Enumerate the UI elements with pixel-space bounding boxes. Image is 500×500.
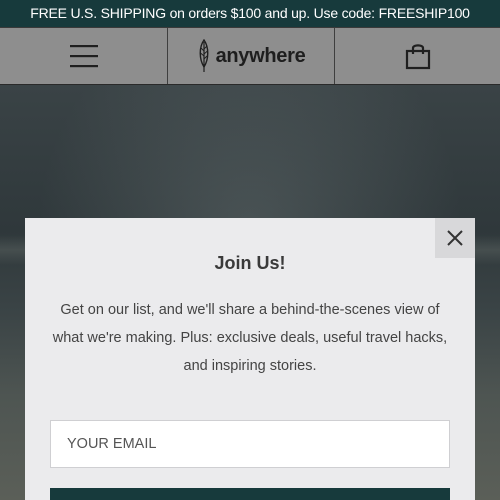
close-button[interactable] bbox=[435, 218, 475, 258]
modal-description: Get on our list, and we'll share a behin… bbox=[52, 302, 448, 374]
promo-text: FREE U.S. SHIPPING on orders $100 and up… bbox=[30, 5, 470, 21]
logo: anywhere bbox=[197, 39, 306, 73]
logo-text: anywhere bbox=[215, 44, 306, 67]
shopping-bag-icon bbox=[405, 44, 430, 70]
promo-banner: FREE U.S. SHIPPING on orders $100 and up… bbox=[0, 0, 500, 27]
modal-title: Join Us! bbox=[214, 253, 286, 273]
email-field[interactable] bbox=[50, 420, 450, 468]
close-icon bbox=[447, 230, 463, 246]
hamburger-menu-icon bbox=[69, 45, 98, 68]
menu-button[interactable] bbox=[0, 28, 168, 84]
submit-button[interactable] bbox=[50, 488, 450, 500]
cart-button[interactable] bbox=[335, 28, 500, 84]
site-header: anywhere bbox=[0, 27, 500, 85]
newsletter-modal: Join Us! Get on our list, and we'll shar… bbox=[25, 218, 475, 500]
logo-link[interactable]: anywhere bbox=[168, 28, 335, 84]
feather-leaf-icon bbox=[199, 39, 209, 72]
